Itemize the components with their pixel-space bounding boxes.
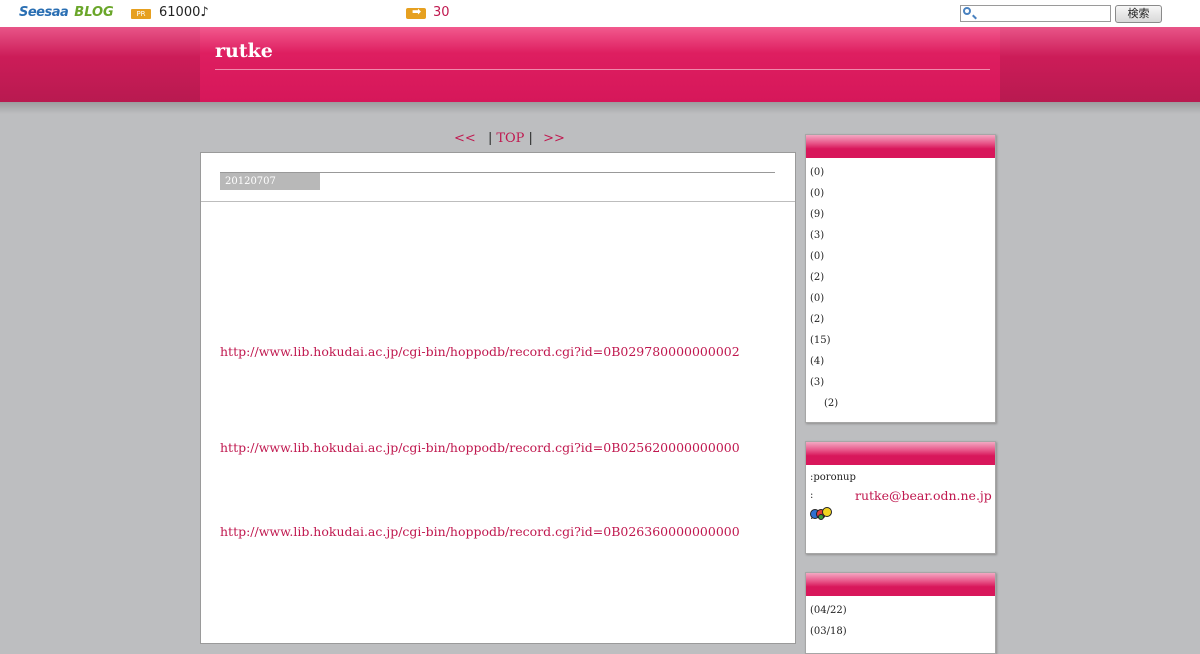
post-link[interactable]: http://www.lib.hokudai.ac.jp/cgi-bin/hop… [220,524,740,539]
post-link[interactable]: http://www.lib.hokudai.ac.jp/cgi-bin/hop… [220,440,740,455]
header-shadow [0,102,1200,114]
category-item[interactable]: (0) [810,246,995,267]
search-input[interactable] [960,5,1111,22]
seesaa-blog-logo[interactable]: Seesaa BLOG [19,5,114,20]
sidebar-box-header [806,573,995,596]
category-item[interactable]: (3) [810,225,995,246]
category-item[interactable]: (3) [810,372,995,393]
logo-seesaa-text: Seesaa [19,5,69,20]
next-link[interactable]: >> [543,131,565,146]
category-item[interactable]: (2) [810,309,995,330]
sidebar-categories-box: (0) (0) (9) (3) (0) (2) (0) (2) (15) (4)… [805,134,996,423]
blog-title[interactable]: rutke [215,40,273,62]
pager: << | TOP | >> [454,131,565,146]
search-button[interactable]: 検索 [1115,5,1162,23]
category-item[interactable]: (0) [810,162,995,183]
ad-count-link[interactable]: 30 [433,5,450,20]
profile-email-row: : rutke@bear.odn.ne.jp [806,485,995,506]
email-link[interactable]: rutke@bear.odn.ne.jp [855,485,992,506]
sidebar-box-header [806,135,995,158]
post-link[interactable]: http://www.lib.hokudai.ac.jp/cgi-bin/hop… [220,344,740,359]
category-list: (0) (0) (9) (3) (0) (2) (0) (2) (15) (4)… [806,158,995,414]
blog-header: rutke [0,27,1200,102]
recent-item[interactable]: (04/22) [810,600,995,621]
pr-ad-link[interactable]: 61000♪ [159,5,209,20]
sidebar-recent-box: (04/22) (03/18) [805,572,996,654]
category-item[interactable]: (9) [810,204,995,225]
pr-badge: PR [131,9,151,19]
top-bar: Seesaa BLOG PR 61000♪ ➡ 30 検索 [0,0,1200,27]
sidebar-box-header [806,442,995,465]
header-divider [215,69,990,70]
prev-link[interactable]: << [454,131,476,146]
category-item[interactable]: (2) [810,393,995,414]
arrow-icon: ➡ [406,5,426,19]
recent-item[interactable]: (03/18) [810,621,995,642]
recent-list: (04/22) (03/18) [806,596,995,642]
post-date: 20120707 [220,173,320,190]
profile-name: :poronup [810,472,856,483]
header-banner: rutke [200,27,1000,102]
post-divider [201,201,795,202]
profile-email-label: : [810,490,814,501]
category-item[interactable]: (15) [810,330,995,351]
category-item[interactable]: (2) [810,267,995,288]
sidebar-profile-box: :poronup : rutke@bear.odn.ne.jp : [805,441,996,554]
search-icon [963,7,971,15]
category-item[interactable]: (4) [810,351,995,372]
category-item[interactable]: (0) [810,183,995,204]
top-link[interactable]: TOP [496,131,524,146]
friends-badge-icon[interactable] [810,506,838,522]
post-article: 20120707 http://www.lib.hokudai.ac.jp/cg… [200,152,796,644]
pager-separator: | [528,131,533,146]
pager-separator: | [487,131,493,146]
logo-blog-text: BLOG [74,5,114,20]
category-item[interactable]: (0) [810,288,995,309]
